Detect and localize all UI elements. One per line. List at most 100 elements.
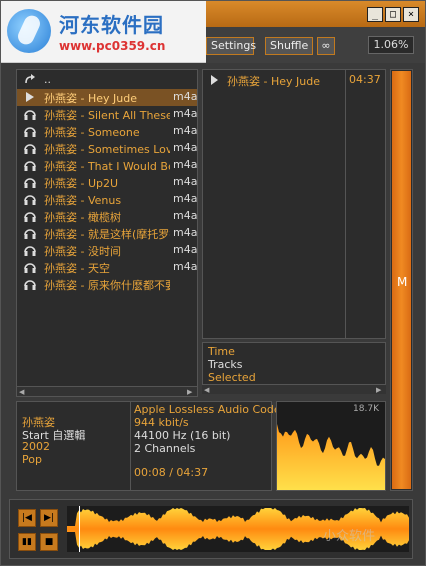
stop-button[interactable]: ■ <box>40 533 58 551</box>
playlist-item-title: 孙燕姿 - That I Would Be Gooc <box>44 160 170 173</box>
watermark-site-name: 河东软件园 <box>59 13 164 37</box>
corner-watermark: 小众软件 <box>323 529 376 544</box>
track-year: 2002 <box>22 440 50 453</box>
parent-folder-icon <box>23 73 37 87</box>
play-arrow-icon <box>23 90 37 104</box>
playlist-item-title: 孙燕姿 - 橄榄树 <box>44 211 121 224</box>
track-channels: 2 Channels <box>134 442 196 455</box>
headphones-icon <box>23 192 37 206</box>
parent-folder-label: .. <box>44 73 51 86</box>
stats-tracks-label: Tracks <box>208 358 243 371</box>
next-icon: ▶| <box>44 513 54 523</box>
headphones-icon <box>23 277 37 291</box>
watermark-logo: 河东软件园 www.pc0359.cn <box>1 1 206 63</box>
previous-icon: |◀ <box>22 513 32 523</box>
previous-button[interactable]: |◀ <box>18 509 36 527</box>
playlist-item[interactable]: 孙燕姿 - Silent All These Yearsm4a <box>17 106 197 123</box>
stats-panel: Time Tracks Selected <box>202 342 386 388</box>
now-playing-title[interactable]: 孙燕姿 - Hey Jude <box>227 73 320 89</box>
spectrum-freq-label: 18.7K <box>353 404 379 414</box>
playlist-item[interactable]: 孙燕姿 - Hey Jude m4a <box>17 89 197 106</box>
playback-cursor[interactable] <box>79 506 80 552</box>
playlist-item-format: m4a <box>173 141 198 154</box>
next-button[interactable]: ▶| <box>40 509 58 527</box>
headphones-icon <box>23 175 37 189</box>
headphones-icon <box>23 260 37 274</box>
track-sample-rate: 44100 Hz (16 bit) <box>134 429 231 442</box>
headphones-icon <box>23 158 37 172</box>
scroll-right-icon[interactable]: ▶ <box>187 388 195 396</box>
track-codec: Apple Lossless Audio Codec <box>134 403 287 416</box>
playing-indicator-icon <box>211 75 218 85</box>
playlist-item-format: m4a <box>173 209 198 222</box>
volume-slider[interactable]: M <box>390 69 413 491</box>
playlist-item-title: 孙燕姿 - Sometimes Love Just <box>44 143 170 156</box>
close-button[interactable]: × <box>403 7 419 22</box>
playlist-item[interactable]: 孙燕姿 - 原来你什麽都不要.r <box>17 276 197 293</box>
playlist-item[interactable]: 孙燕姿 - Sometimes Love Justm4a <box>17 140 197 157</box>
settings-button[interactable]: Settings <box>206 37 256 55</box>
track-info-panel: 孙燕姿 Start 自選輯 2002 Pop Apple Lossless Au… <box>16 401 287 491</box>
playlist-item-format: m4a <box>173 192 198 205</box>
playlist-item-title: 孙燕姿 - 没时间 <box>44 245 121 258</box>
playlist-scrollbar[interactable]: ◀ ▶ <box>17 386 197 396</box>
progress-percent: 1.06% <box>368 36 414 54</box>
scroll-left-icon[interactable]: ◀ <box>204 386 212 394</box>
maximize-button[interactable]: □ <box>385 7 401 22</box>
playlist-item-format: m4a <box>173 175 198 188</box>
playlist-item-title: 孙燕姿 - 天空 <box>44 262 110 275</box>
playlist-item-title: 孙燕姿 - 就是这样(摩托罗拉 <box>44 228 170 241</box>
headphones-icon <box>23 226 37 240</box>
watermark-site-url: www.pc0359.cn <box>59 39 166 53</box>
stats-scrollbar[interactable]: ◀ ▶ <box>202 384 386 394</box>
playlist-item[interactable]: 孙燕姿 - Someone m4a <box>17 123 197 140</box>
track-position: 00:08 / 04:37 <box>134 466 209 479</box>
playlist-item-format: m4a <box>173 124 198 137</box>
playlist-item-format: m4a <box>173 226 198 239</box>
playlist-item[interactable]: 孙燕姿 - 就是这样(摩托罗拉 m4a <box>17 225 197 242</box>
volume-mute-label[interactable]: M <box>397 275 407 289</box>
playlist-item[interactable]: 孙燕姿 - That I Would Be Goocm4a <box>17 157 197 174</box>
shuffle-button[interactable]: Shuffle <box>265 37 313 55</box>
playlist-item[interactable]: 孙燕姿 - 橄榄树 m4a <box>17 208 197 225</box>
playlist-item[interactable]: 孙燕姿 - Venus m4a <box>17 191 197 208</box>
repeat-button[interactable]: ∞ <box>317 37 335 55</box>
parent-folder-row[interactable]: .. <box>17 72 197 89</box>
info-divider <box>130 402 131 490</box>
playlist-item-format: m4a <box>173 107 198 120</box>
track-genre: Pop <box>22 453 42 466</box>
playlist-item[interactable]: 孙燕姿 - 没时间 m4a <box>17 242 197 259</box>
stats-time-label: Time <box>208 345 235 358</box>
headphones-icon <box>23 141 37 155</box>
spectrum-graph <box>277 424 385 490</box>
headphones-icon <box>23 243 37 257</box>
headphones-icon <box>23 209 37 223</box>
playlist-item-title: 孙燕姿 - Someone <box>44 126 140 139</box>
playlist-item[interactable]: 孙燕姿 - Up2U m4a <box>17 174 197 191</box>
now-playing-duration: 04:37 <box>349 73 381 86</box>
column-divider <box>345 70 346 338</box>
stop-icon: ■ <box>44 537 54 547</box>
playlist-item[interactable]: 孙燕姿 - 天空 m4a <box>17 259 197 276</box>
playlist-item-format: m4a <box>173 90 198 103</box>
player-window: 河东软件园 www.pc0359.cn _ □ × Settings Shuff… <box>0 0 426 566</box>
playlist-item-format: m4a <box>173 158 198 171</box>
spectrum-analyzer: 18.7K <box>276 401 386 491</box>
pause-button[interactable]: ▮▮ <box>18 533 36 551</box>
headphones-icon <box>23 124 37 138</box>
minimize-button[interactable]: _ <box>367 7 383 22</box>
now-playing-list[interactable]: 孙燕姿 - Hey Jude 04:37 <box>202 69 386 339</box>
headphones-icon <box>23 107 37 121</box>
playlist[interactable]: .. 孙燕姿 - Hey Jude m4a 孙燕姿 - Silent All The… <box>16 69 198 397</box>
playlist-item-title: 孙燕姿 - Venus <box>44 194 122 207</box>
scroll-left-icon[interactable]: ◀ <box>19 388 27 396</box>
playlist-item-title: 孙燕姿 - 原来你什麽都不要.r <box>44 279 170 292</box>
playlist-item-format: m4a <box>173 260 198 273</box>
track-bitrate: 944 kbit/s <box>134 416 189 429</box>
spectrum-shape <box>277 424 385 490</box>
playlist-item-format: m4a <box>173 243 198 256</box>
stats-selected-label: Selected <box>208 371 256 384</box>
scroll-right-icon[interactable]: ▶ <box>376 386 384 394</box>
playlist-item-title: 孙燕姿 - Silent All These Years <box>44 109 170 122</box>
playlist-item-title: 孙燕姿 - Up2U <box>44 177 119 190</box>
